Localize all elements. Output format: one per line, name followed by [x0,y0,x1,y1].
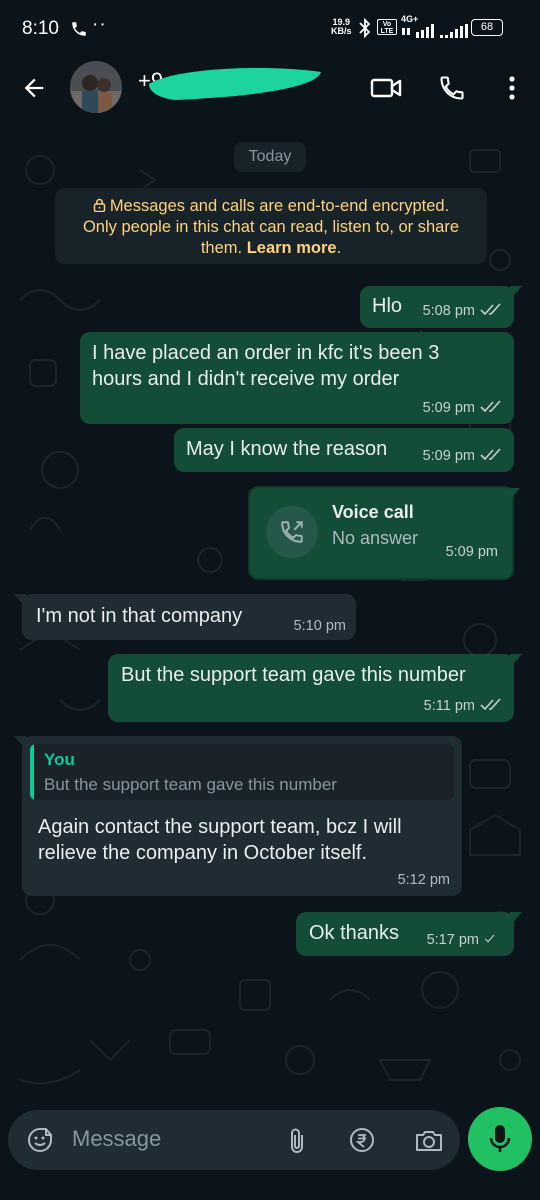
avatar-image [70,61,122,113]
quoted-message[interactable]: You But the support team gave this numbe… [30,744,454,800]
chat-area[interactable]: Today Messages and calls are end-to-end … [0,120,540,1100]
call-icon-circle [266,506,318,558]
message-meta: 5:09 pm [423,400,504,416]
status-bar: 8:10 ·· 19.9 KB/s Vo LTE 4G+ 68 [0,0,540,56]
missed-call-icon [281,521,303,543]
double-tick-icon [480,400,501,413]
status-time: 8:10 [22,18,59,39]
bubble-tail [508,488,520,502]
bubble-tail [510,912,522,926]
message-text: I have placed an order in kfc it's been … [92,340,439,392]
phone-status-icon [72,22,86,36]
message-meta: 5:17 pm [427,932,500,948]
message-text: Hlo [372,295,403,317]
phone-icon[interactable] [438,74,466,102]
encryption-notice[interactable]: Messages and calls are end-to-end encryp… [55,188,487,264]
bubble-tail [14,594,26,608]
double-tick-icon [480,448,501,461]
more-vert-icon[interactable] [500,72,524,104]
outgoing-message[interactable]: I have placed an order in kfc it's been … [80,332,514,424]
back-arrow-icon[interactable] [20,74,48,102]
camera-icon[interactable] [414,1126,444,1154]
call-status: No answer [332,528,419,548]
encryption-text-3-end: . [336,239,342,257]
system-nav-area [0,1186,540,1200]
message-text-line: I have placed an order in kfc it's been … [92,342,440,364]
encryption-text-3: them. [200,239,247,257]
message-time: 5:09 pm [445,544,498,560]
video-call-icon[interactable] [370,74,402,102]
message-time: 5:08 pm [422,303,475,319]
double-tick-icon [480,698,501,711]
message-composer[interactable]: Message [8,1110,460,1170]
message-meta: 5:08 pm [423,303,504,319]
emoji-icon[interactable] [26,1126,54,1154]
message-text-line: relieve the company in October itself. [38,842,368,864]
message-text-line: Again contact the support team, bcz I wi… [38,816,402,838]
battery-indicator: 68 [471,19,503,36]
outgoing-message[interactable]: Hlo 5:08 pm [360,286,522,328]
voice-call-message[interactable]: Voice call No answer 5:09 pm [248,486,520,580]
learn-more-link[interactable]: Learn more [247,239,337,257]
quote-bar [30,744,34,800]
double-tick-icon [480,303,501,316]
mic-button[interactable] [468,1107,532,1171]
outgoing-message[interactable]: Ok thanks 5:17 pm [296,912,522,956]
message-input[interactable]: Message [72,1126,161,1152]
encryption-line-1: Messages and calls are end-to-end encryp… [55,196,487,217]
single-tick-icon [484,934,495,943]
message-text: May I know the reason [186,438,388,460]
message-meta: 5:11 pm [424,698,504,714]
outgoing-message[interactable]: But the support team gave this number 5:… [108,654,522,722]
network-type: 4G+ [401,14,419,24]
message-meta: 5:09 pm [423,448,504,464]
message-text-line: hours and I didn't receive my order [92,368,400,390]
encryption-line-3: them. Learn more. [55,238,487,259]
mic-icon [489,1125,511,1152]
encryption-text-1: Messages and calls are end-to-end encryp… [109,197,450,215]
status-dots: ·· [92,14,107,35]
contact-avatar[interactable] [70,61,122,113]
message-time: 5:11 pm [423,698,475,714]
message-text: Again contact the support team, bcz I wi… [38,814,402,866]
signal-icon-1 [402,24,434,38]
network-speed: 19.9 KB/s [331,18,352,36]
attach-icon[interactable] [286,1126,308,1156]
call-title: Voice call [332,502,414,522]
bubble-tail [14,736,26,750]
bluetooth-icon [359,18,371,38]
message-time: 5:12 pm [397,872,450,888]
volte-badge: Vo LTE [377,19,397,35]
rupee-icon[interactable] [348,1126,376,1154]
message-text: But the support team gave this number [121,664,466,686]
message-time: 5:09 pm [422,400,475,416]
bubble-tail [510,286,522,300]
signal-icon-2 [440,24,468,38]
message-time: 5:10 pm [293,618,346,634]
date-chip: Today [234,142,306,172]
encryption-line-2: Only people in this chat can read, liste… [82,218,460,236]
message-text: Ok thanks [309,922,400,944]
network-speed-unit: KB/s [331,26,352,36]
lock-icon [93,198,106,212]
quote-author: You [44,750,75,769]
redaction-mark [149,68,321,100]
message-time: 5:17 pm [426,932,479,948]
message-time: 5:09 pm [422,448,475,464]
incoming-reply-message[interactable]: You But the support team gave this numbe… [14,736,462,896]
incoming-message[interactable]: I'm not in that company 5:10 pm [14,594,356,640]
outgoing-message[interactable]: May I know the reason 5:09 pm [174,428,514,472]
chat-header: +9 [0,56,540,120]
message-text: I'm not in that company [36,605,243,627]
quote-text: But the support team gave this number [44,775,337,794]
bubble-tail [510,654,522,668]
